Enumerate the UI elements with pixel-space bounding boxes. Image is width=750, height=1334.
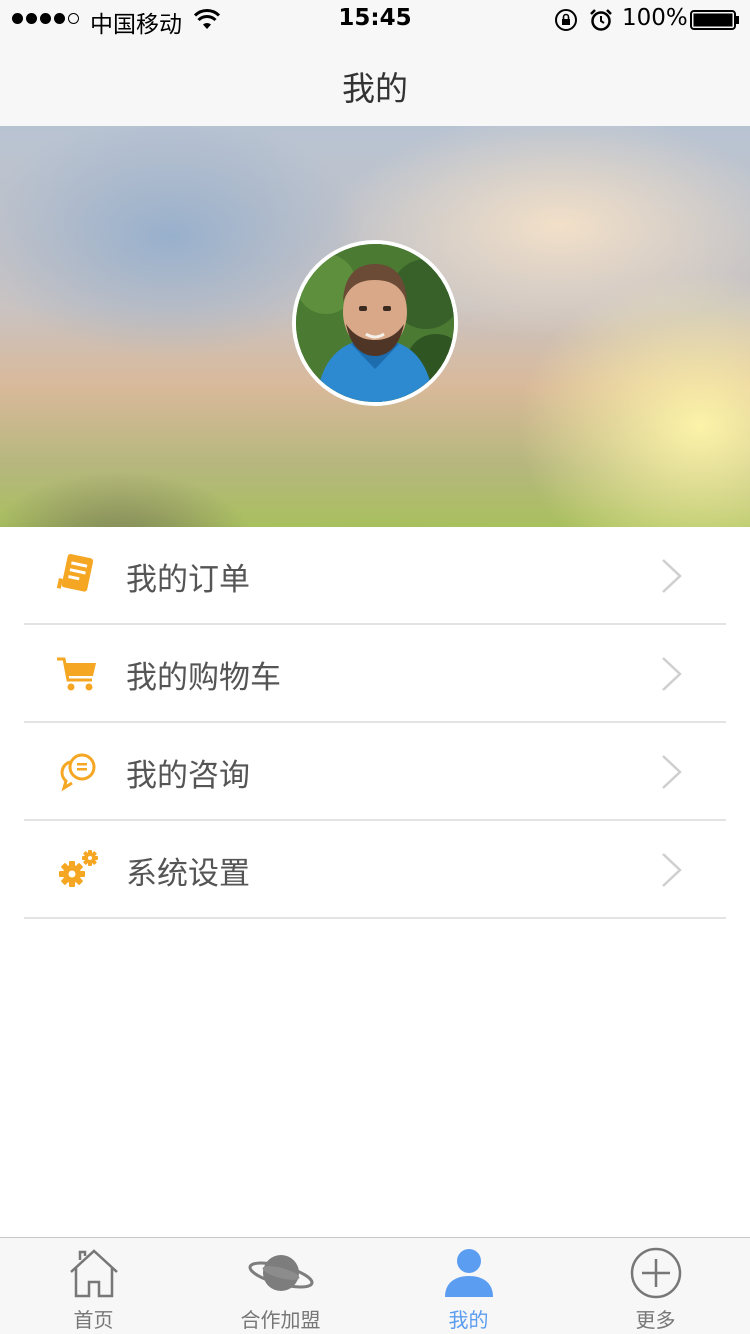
signal-strength-icon [12,13,79,24]
tab-label: 我的 [448,1308,489,1332]
menu-item-label: 我的订单 [126,562,250,598]
settings-icon [59,850,98,887]
consult-icon [60,753,96,792]
carrier-name: 中国移动 [90,12,182,38]
tab-profile[interactable]: 我的 [375,1238,562,1334]
tab-label: 首页 [73,1308,114,1332]
menu-item-label: 我的咨询 [126,758,250,794]
tab-home[interactable]: 首页 [0,1238,187,1334]
tab-bar: 首页 合作加盟 我的 更多 [0,1237,750,1334]
battery-icon [690,10,739,30]
menu-item-cart[interactable]: 我的购物车 [0,625,750,723]
menu-item-label: 我的购物车 [126,660,281,696]
tab-partnership[interactable]: 合作加盟 [187,1238,374,1334]
menu-item-orders[interactable]: 我的订单 [0,527,750,625]
profile-banner [0,126,750,527]
divider [24,917,726,919]
home-icon [69,1249,118,1298]
avatar[interactable] [292,240,458,406]
rotation-lock-icon [555,9,577,31]
plus-circle-icon [630,1247,681,1299]
profile-icon [444,1249,493,1297]
order-icon [56,554,94,592]
alarm-icon [590,9,612,31]
tab-label: 更多 [635,1308,676,1332]
battery-percentage: 100% [622,5,688,31]
wifi-icon [194,9,220,29]
chevron-right-icon [662,853,682,887]
menu-item-consult[interactable]: 我的咨询 [0,723,750,821]
tab-more[interactable]: 更多 [562,1238,749,1334]
navigation-bar: 我的 [0,40,750,126]
page-title: 我的 [342,69,408,108]
menu-item-label: 系统设置 [126,856,250,892]
menu-list: 我的订单 我的购物车 我的咨询 系统设置 [0,527,750,919]
status-bar: 中国移动 15:45 100% [0,0,750,40]
menu-item-settings[interactable]: 系统设置 [0,821,750,919]
avatar-photo [296,244,454,402]
planet-icon [248,1255,313,1291]
chevron-right-icon [662,657,682,691]
chevron-right-icon [662,755,682,789]
chevron-right-icon [662,559,682,593]
cart-icon [57,657,96,691]
tab-label: 合作加盟 [240,1308,321,1332]
